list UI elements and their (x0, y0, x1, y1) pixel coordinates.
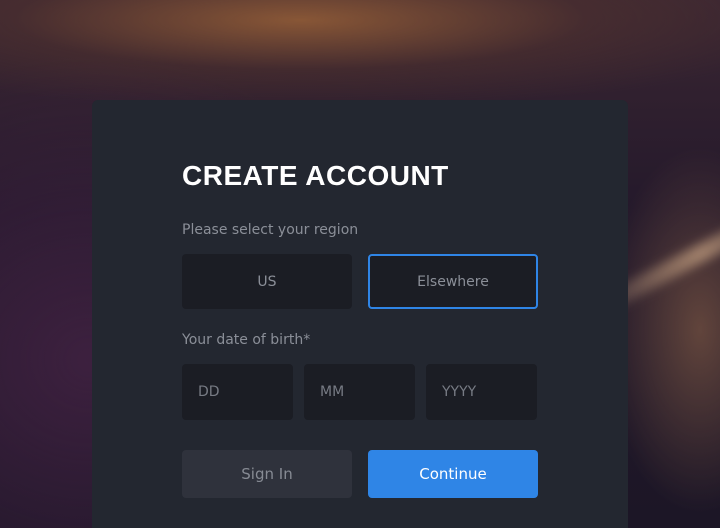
dob-year-input[interactable] (426, 364, 537, 420)
continue-button[interactable]: Continue (368, 450, 538, 498)
create-account-card: CREATE ACCOUNT Please select your region… (92, 100, 628, 528)
region-option-us[interactable]: US (182, 254, 352, 309)
dob-label: Your date of birth* (182, 332, 311, 348)
dob-day-input[interactable] (182, 364, 293, 420)
region-option-elsewhere[interactable]: Elsewhere (368, 254, 538, 309)
sign-in-button[interactable]: Sign In (182, 450, 352, 498)
dob-month-input[interactable] (304, 364, 415, 420)
region-label: Please select your region (182, 222, 359, 238)
page-title: CREATE ACCOUNT (182, 160, 449, 191)
